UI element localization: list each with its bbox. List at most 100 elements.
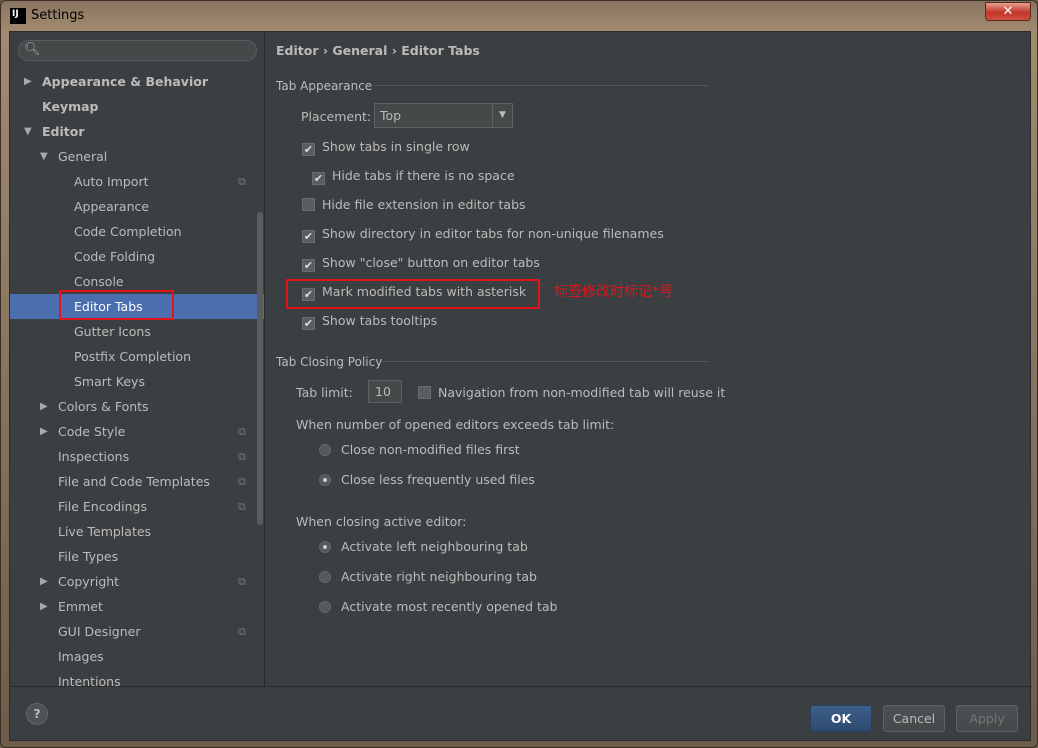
tree-item[interactable]: Inspections ⧉ (10, 444, 264, 469)
checkbox-box (418, 386, 431, 399)
tree-item[interactable]: Appearance (10, 194, 264, 219)
settings-tree: 🔍︎ ▶ Appearance & Behavior Keymap ▼ Editor ▼ G… (10, 32, 265, 686)
checkmark-icon: ✔ (302, 230, 315, 243)
project-settings-icon: ⧉ (238, 475, 246, 488)
chevron-down-icon[interactable]: ▼ (40, 144, 48, 169)
chevron-right-icon[interactable]: ▶ (40, 419, 48, 444)
radio-icon (319, 571, 331, 583)
checkbox[interactable]: Hide file extension in editor tabs (302, 197, 526, 212)
tree-item-label: Colors & Fonts (58, 399, 149, 414)
apply-button[interactable]: Apply (956, 705, 1018, 732)
section-title-tab-appearance: Tab Appearance (276, 79, 373, 93)
ok-button[interactable]: OK (810, 705, 872, 732)
checkbox[interactable]: ✔ Show tabs in single row (302, 139, 470, 156)
project-settings-icon: ⧉ (238, 500, 246, 513)
tree-item[interactable]: ▶ Code Style ⧉ (10, 419, 264, 444)
chevron-right-icon[interactable]: ▶ (40, 594, 48, 619)
checkmark-icon: ✔ (312, 172, 325, 185)
radio-option[interactable]: Activate left neighbouring tab (319, 539, 528, 554)
radio-option[interactable]: Activate right neighbouring tab (319, 569, 537, 584)
tree-item-label: File Encodings (58, 499, 148, 514)
divider (382, 361, 708, 362)
section-title-tab-closing: Tab Closing Policy (276, 355, 383, 369)
window-title: Settings (31, 8, 85, 23)
tree-item[interactable]: File and Code Templates ⧉ (10, 469, 264, 494)
tree-item-label: Live Templates (58, 524, 152, 539)
intellij-logo-icon: IJ (10, 8, 26, 24)
tree-item[interactable]: Images (10, 644, 264, 669)
help-button[interactable]: ? (26, 703, 48, 725)
checkbox[interactable]: ✔ Show "close" button on editor tabs (302, 255, 540, 272)
tab-limit-label: Tab limit: (296, 385, 353, 400)
highlight-box (286, 279, 540, 309)
tree-item[interactable]: Code Folding (10, 244, 264, 269)
tree-item-label: Gutter Icons (74, 324, 151, 339)
radio-label: Close less frequently used files (341, 472, 535, 487)
radio-option[interactable]: Close less frequently used files (319, 472, 535, 487)
placement-value: Top (380, 108, 402, 123)
tree-item[interactable]: Code Completion (10, 219, 264, 244)
tree-item-label: Images (58, 649, 104, 664)
tree-item-label: Code Completion (74, 224, 182, 239)
tree-item[interactable]: Smart Keys (10, 369, 264, 394)
tree-item-label: File and Code Templates (58, 474, 210, 489)
tree-item[interactable]: Postfix Completion (10, 344, 264, 369)
breadcrumb-separator: › (322, 43, 329, 58)
checkbox[interactable]: ✔ Hide tabs if there is no space (312, 168, 515, 185)
tree-item[interactable]: File Types (10, 544, 264, 569)
chevron-down-icon: ▼ (492, 104, 512, 127)
tree-item-label: Auto Import (74, 174, 149, 189)
chevron-right-icon[interactable]: ▶ (24, 69, 32, 94)
project-settings-icon: ⧉ (238, 425, 246, 438)
placement-label: Placement: (301, 109, 372, 124)
tree-item[interactable]: ▼ General (10, 144, 264, 169)
title-bar: IJ Settings ✕ (1, 1, 1037, 31)
chevron-down-icon[interactable]: ▼ (24, 119, 32, 144)
chevron-right-icon[interactable]: ▶ (40, 394, 48, 419)
settings-window: IJ Settings ✕ 🔍︎ ▶ Appearance & Behavior K… (0, 0, 1038, 748)
checkmark-icon: ✔ (302, 143, 315, 156)
project-settings-icon: ⧉ (238, 625, 246, 638)
tree-item[interactable]: Gutter Icons (10, 319, 264, 344)
closing-label: When closing active editor: (296, 514, 467, 529)
nav-reuse-checkbox[interactable]: Navigation from non-modified tab will re… (418, 385, 725, 400)
cancel-button[interactable]: Cancel (883, 705, 945, 732)
close-button[interactable]: ✕ (985, 2, 1031, 21)
breadcrumb-item: General (332, 43, 388, 58)
chevron-right-icon[interactable]: ▶ (40, 569, 48, 594)
radio-option[interactable]: Close non-modified files first (319, 442, 520, 457)
tree-item[interactable]: File Encodings ⧉ (10, 494, 264, 519)
checkbox-label: Hide tabs if there is no space (332, 168, 515, 183)
tree-item[interactable]: ▶ Colors & Fonts (10, 394, 264, 419)
radio-option[interactable]: Activate most recently opened tab (319, 599, 558, 614)
tree-item[interactable]: ▶ Copyright ⧉ (10, 569, 264, 594)
radio-icon (319, 541, 331, 553)
tree-item[interactable]: ▶ Emmet (10, 594, 264, 619)
exceeds-label: When number of opened editors exceeds ta… (296, 417, 615, 432)
tree-item[interactable]: GUI Designer ⧉ (10, 619, 264, 644)
search-input[interactable]: 🔍︎ (18, 40, 257, 61)
checkbox[interactable]: ✔ Show directory in editor tabs for non-u… (302, 226, 664, 243)
radio-label: Activate right neighbouring tab (341, 569, 537, 584)
breadcrumb: Editor › General › Editor Tabs (276, 43, 480, 58)
checkbox-label: Show tabs in single row (322, 139, 470, 154)
tree-item-label: Keymap (42, 99, 99, 114)
placement-select[interactable]: Top ▼ (374, 103, 513, 128)
tab-limit-input[interactable]: 10 (368, 380, 402, 403)
tree-item-label: Editor (42, 124, 85, 139)
checkbox-box (302, 198, 315, 211)
checkbox-label: Show tabs tooltips (322, 313, 438, 328)
tree-item[interactable]: Keymap (10, 94, 264, 119)
checkbox[interactable]: ✔ Show tabs tooltips (302, 313, 437, 330)
checkmark-icon: ✔ (302, 259, 315, 272)
annotation-text: 标签修改时标记*号 (554, 284, 673, 300)
checkmark-icon: ✔ (302, 317, 315, 330)
tree-item-label: File Types (58, 549, 119, 564)
radio-label: Activate left neighbouring tab (341, 539, 528, 554)
tree-item[interactable]: Intentions (10, 669, 264, 686)
tree-item[interactable]: ▶ Appearance & Behavior (10, 69, 264, 94)
tree-item[interactable]: ▼ Editor (10, 119, 264, 144)
tree-item[interactable]: Auto Import ⧉ (10, 169, 264, 194)
sidebar-scrollbar[interactable] (257, 212, 263, 525)
tree-item[interactable]: Live Templates (10, 519, 264, 544)
